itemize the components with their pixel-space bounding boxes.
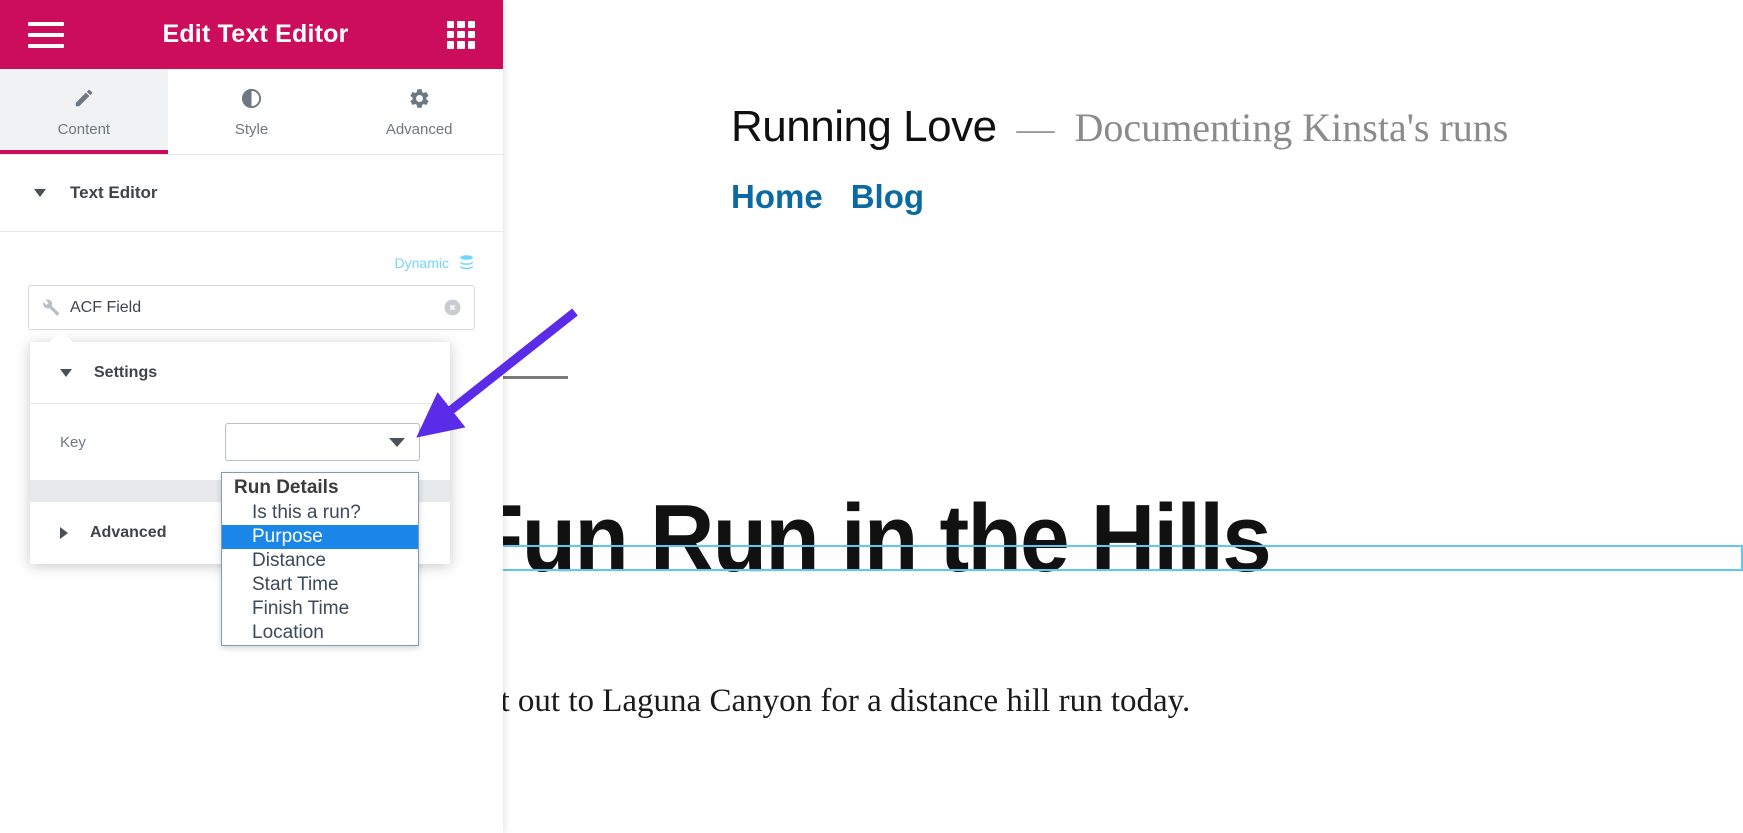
site-title: Running Love bbox=[731, 102, 997, 151]
contrast-circle-icon bbox=[240, 85, 263, 111]
key-control-label: Key bbox=[60, 433, 86, 451]
nav-link-home[interactable]: Home bbox=[731, 178, 823, 216]
post-title: Fun Run in the Hills bbox=[469, 485, 1272, 593]
panel-tabs: Content Style Advanced bbox=[0, 69, 504, 155]
dropdown-optgroup-label: Run Details bbox=[234, 477, 339, 498]
tab-style[interactable]: Style bbox=[167, 69, 336, 154]
dropdown-option-is-this-a-run[interactable]: Is this a run? bbox=[222, 501, 418, 525]
hamburger-menu-icon[interactable] bbox=[28, 21, 64, 48]
post-body-text: set out to Laguna Canyon for a distance … bbox=[473, 683, 1191, 719]
widget-section-label: Text Editor bbox=[70, 183, 158, 202]
site-title-line: Running Love — Documenting Kinsta's runs bbox=[731, 102, 1743, 152]
clear-circle-x-icon[interactable] bbox=[443, 298, 462, 317]
dropdown-option-finish-time[interactable]: Finish Time bbox=[222, 597, 418, 621]
popover-settings-header[interactable]: Settings bbox=[30, 342, 450, 404]
key-select[interactable] bbox=[225, 423, 420, 461]
site-tagline: Documenting Kinsta's runs bbox=[1074, 105, 1509, 150]
dropdown-option-start-time[interactable]: Start Time bbox=[222, 573, 418, 597]
gear-icon bbox=[408, 85, 431, 111]
tab-content-label: Content bbox=[57, 121, 111, 138]
tab-content[interactable]: Content bbox=[0, 69, 168, 154]
pencil-icon bbox=[73, 85, 95, 111]
key-control-row: Key bbox=[30, 404, 450, 480]
widget-section-header[interactable]: Text Editor bbox=[0, 155, 503, 232]
site-preview: Running Love — Documenting Kinsta's runs… bbox=[453, 0, 1743, 833]
dropdown-option-purpose[interactable]: Purpose bbox=[222, 525, 418, 549]
site-nav: Home Blog bbox=[731, 178, 1743, 216]
site-header: Running Love — Documenting Kinsta's runs… bbox=[453, 0, 1743, 216]
wrench-icon[interactable] bbox=[41, 298, 60, 317]
tab-advanced-label: Advanced bbox=[385, 121, 453, 138]
chevron-right-icon bbox=[60, 527, 68, 539]
tab-style-label: Style bbox=[234, 121, 269, 138]
popover-advanced-label: Advanced bbox=[90, 524, 167, 541]
dropdown-option-distance[interactable]: Distance bbox=[222, 549, 418, 573]
acf-field-tag[interactable]: ACF Field bbox=[28, 285, 475, 330]
nav-link-blog[interactable]: Blog bbox=[851, 178, 924, 216]
chevron-down-icon bbox=[34, 189, 46, 197]
dynamic-label: Dynamic bbox=[394, 254, 449, 271]
dynamic-tag-row[interactable]: Dynamic bbox=[0, 232, 503, 275]
site-title-dash: — bbox=[1016, 108, 1055, 150]
panel-header: Edit Text Editor bbox=[0, 0, 503, 69]
panel-title: Edit Text Editor bbox=[162, 20, 349, 48]
database-stack-icon[interactable] bbox=[458, 254, 475, 271]
chevron-down-icon bbox=[60, 368, 72, 377]
acf-field-label: ACF Field bbox=[70, 298, 142, 316]
popover-settings-label: Settings bbox=[94, 363, 158, 381]
tab-advanced[interactable]: Advanced bbox=[335, 69, 504, 154]
grid-apps-icon[interactable] bbox=[446, 20, 475, 49]
chevron-down-icon bbox=[389, 437, 405, 447]
selected-widget-outline[interactable] bbox=[466, 545, 1743, 571]
key-dropdown-list[interactable]: Run Details Is this a run? Purpose Dista… bbox=[221, 472, 419, 646]
dropdown-option-location[interactable]: Location bbox=[222, 621, 418, 645]
